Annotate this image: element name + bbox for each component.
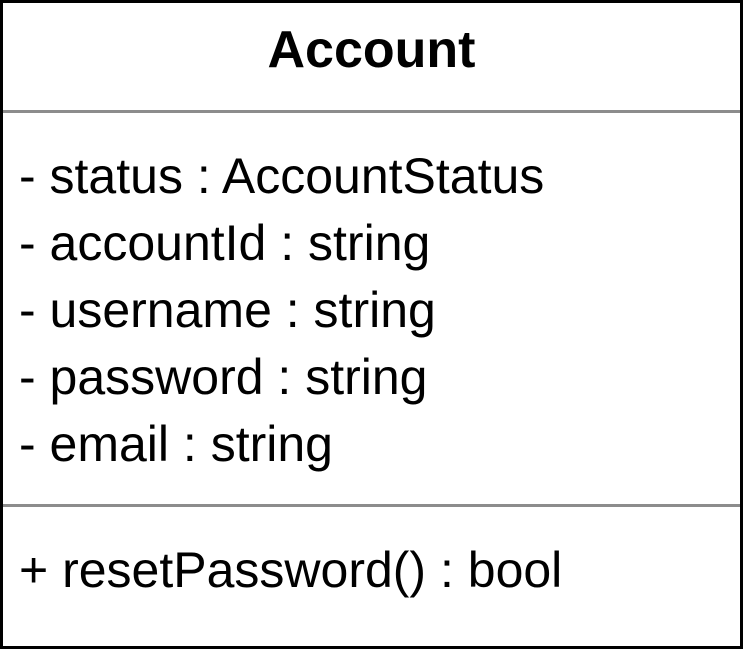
uml-class-account: Account - status : AccountStatus - accou…	[0, 0, 743, 649]
attribute-username: - username : string	[19, 282, 436, 338]
class-name: Account	[267, 20, 476, 79]
attribute-accountid: - accountId : string	[19, 215, 431, 271]
operation-resetpassword: + resetPassword() : bool	[19, 542, 563, 598]
attribute-email: - email : string	[19, 416, 333, 472]
attribute-status: - status : AccountStatus	[19, 148, 545, 204]
compartment-divider-operations	[3, 504, 740, 507]
attribute-password: - password : string	[19, 349, 428, 405]
compartment-divider-attributes	[3, 110, 740, 113]
operations-compartment: + resetPassword() : bool	[19, 537, 562, 604]
attributes-compartment: - status : AccountStatus - accountId : s…	[19, 143, 544, 478]
